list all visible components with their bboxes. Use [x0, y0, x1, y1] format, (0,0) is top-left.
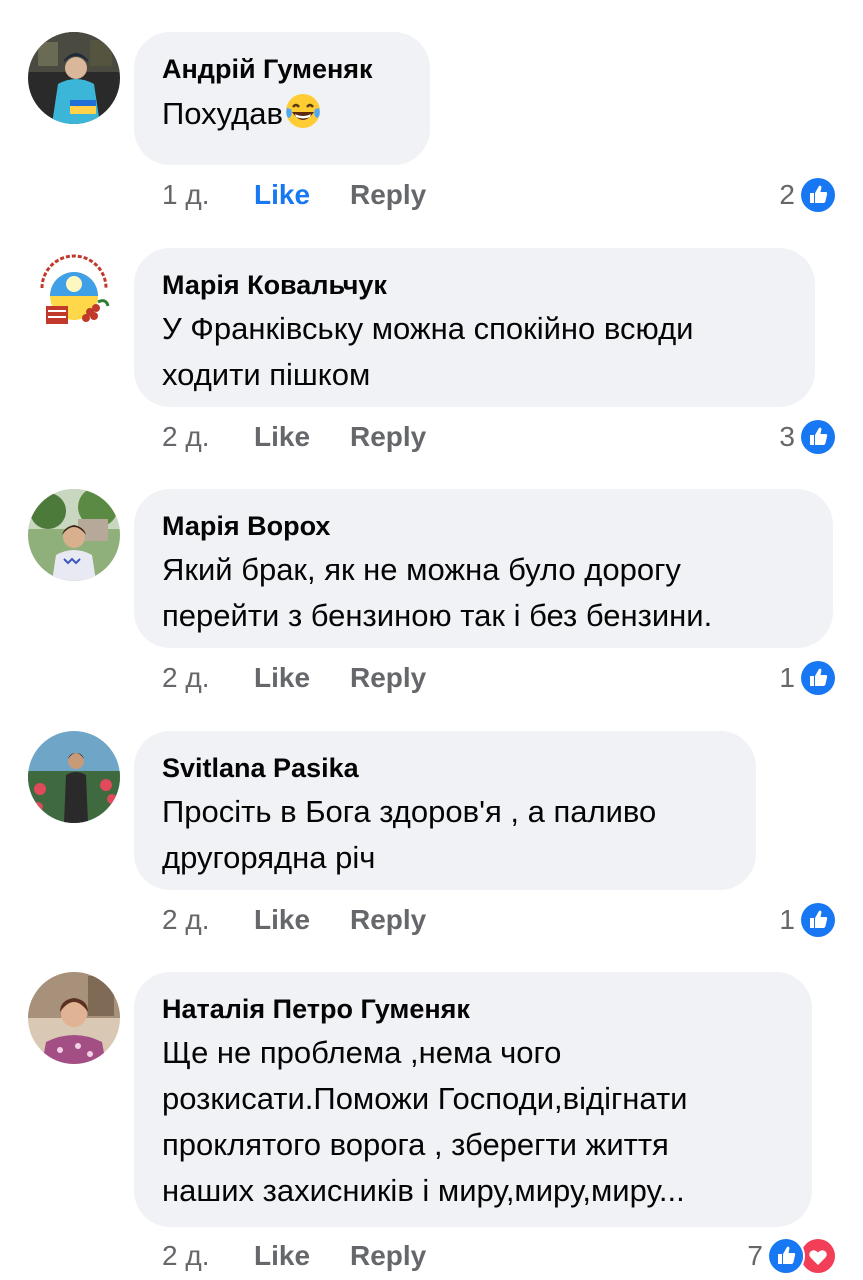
reply-button[interactable]: Reply [350, 1240, 426, 1272]
comment-author[interactable]: Марія Ворох [162, 509, 805, 543]
reaction-summary[interactable]: 7 [747, 1236, 837, 1276]
reaction-count: 7 [747, 1240, 763, 1271]
laughing-crying-emoji-icon [283, 90, 323, 130]
comment-timestamp[interactable]: 2 д. [162, 904, 254, 936]
reaction-summary[interactable]: 2 [779, 175, 837, 215]
comment-bubble: Андрій Гуменяк Похудав [134, 32, 430, 165]
reaction-summary[interactable]: 3 [779, 417, 837, 457]
comment-text: Похудав [162, 90, 402, 137]
comment-text: У Франківську можна спокійно всюди ходит… [162, 306, 787, 398]
like-button[interactable]: Like [254, 179, 350, 211]
comment-author[interactable]: Андрій Гуменяк [162, 52, 402, 86]
comment-text-line: ходити пішком [162, 357, 371, 392]
avatar[interactable] [28, 489, 120, 581]
reply-button[interactable]: Reply [350, 179, 426, 211]
like-icon [767, 1237, 805, 1275]
comment-bubble: Svitlana Pasika Просіть в Бога здоров'я … [134, 731, 756, 890]
reaction-count: 1 [779, 904, 795, 935]
like-icon [799, 418, 837, 456]
comment-bubble: Марія Ковальчук У Франківську можна спок… [134, 248, 815, 407]
reply-button[interactable]: Reply [350, 904, 426, 936]
comment-text-line: Ще не проблема ,нема чого [162, 1035, 562, 1070]
avatar[interactable] [28, 731, 120, 823]
comment-text-line: наших захисників і миру,миру,миру... [162, 1173, 685, 1208]
like-icon [799, 176, 837, 214]
reply-button[interactable]: Reply [350, 421, 426, 453]
comment-author[interactable]: Марія Ковальчук [162, 268, 787, 302]
comment-text-line: проклятого ворога , зберегти життя [162, 1127, 669, 1162]
comment-text: Ще не проблема ,нема чого розкисати.Помо… [162, 1030, 784, 1214]
comment-author[interactable]: Svitlana Pasika [162, 751, 728, 785]
comment-timestamp[interactable]: 2 д. [162, 662, 254, 694]
like-icon [799, 659, 837, 697]
comment-text-line: перейти з бензиною так і без бензини. [162, 598, 713, 633]
comment-text: Який брак, як не можна було дорогу перей… [162, 547, 805, 639]
reaction-count: 2 [779, 179, 795, 210]
reply-button[interactable]: Reply [350, 662, 426, 694]
comment-actions: 2 д. Like Reply [162, 658, 426, 698]
avatar[interactable] [28, 972, 120, 1064]
like-button[interactable]: Like [254, 904, 350, 936]
reaction-count: 1 [779, 662, 795, 693]
like-button[interactable]: Like [254, 421, 350, 453]
comment-author[interactable]: Наталія Петро Гуменяк [162, 992, 784, 1026]
comment-bubble: Наталія Петро Гуменяк Ще не проблема ,не… [134, 972, 812, 1227]
comment-timestamp[interactable]: 1 д. [162, 179, 254, 211]
comment-timestamp[interactable]: 2 д. [162, 421, 254, 453]
avatar[interactable] [28, 248, 120, 340]
comment-actions: 1 д. Like Reply [162, 175, 426, 215]
comment-actions: 2 д. Like Reply [162, 417, 426, 457]
like-icon [799, 901, 837, 939]
reaction-summary[interactable]: 1 [779, 658, 837, 698]
comment-actions: 2 д. Like Reply [162, 1236, 426, 1276]
comment-bubble: Марія Ворох Який брак, як не можна було … [134, 489, 833, 648]
reaction-count: 3 [779, 421, 795, 452]
comment-actions: 2 д. Like Reply [162, 900, 426, 940]
comment-text-line: другорядна річ [162, 840, 376, 875]
like-button[interactable]: Like [254, 1240, 350, 1272]
comment-text-line: Який брак, як не можна було дорогу [162, 552, 681, 587]
avatar[interactable] [28, 32, 120, 124]
comment-text: Просіть в Бога здоров'я , а паливо друго… [162, 789, 728, 881]
comment-text-line: Просіть в Бога здоров'я , а паливо [162, 794, 657, 829]
comment-text-line: розкисати.Поможи Господи,відігнати [162, 1081, 688, 1116]
comment-timestamp[interactable]: 2 д. [162, 1240, 254, 1272]
comment-text-line: У Франківську можна спокійно всюди [162, 311, 694, 346]
like-button[interactable]: Like [254, 662, 350, 694]
reaction-summary[interactable]: 1 [779, 900, 837, 940]
